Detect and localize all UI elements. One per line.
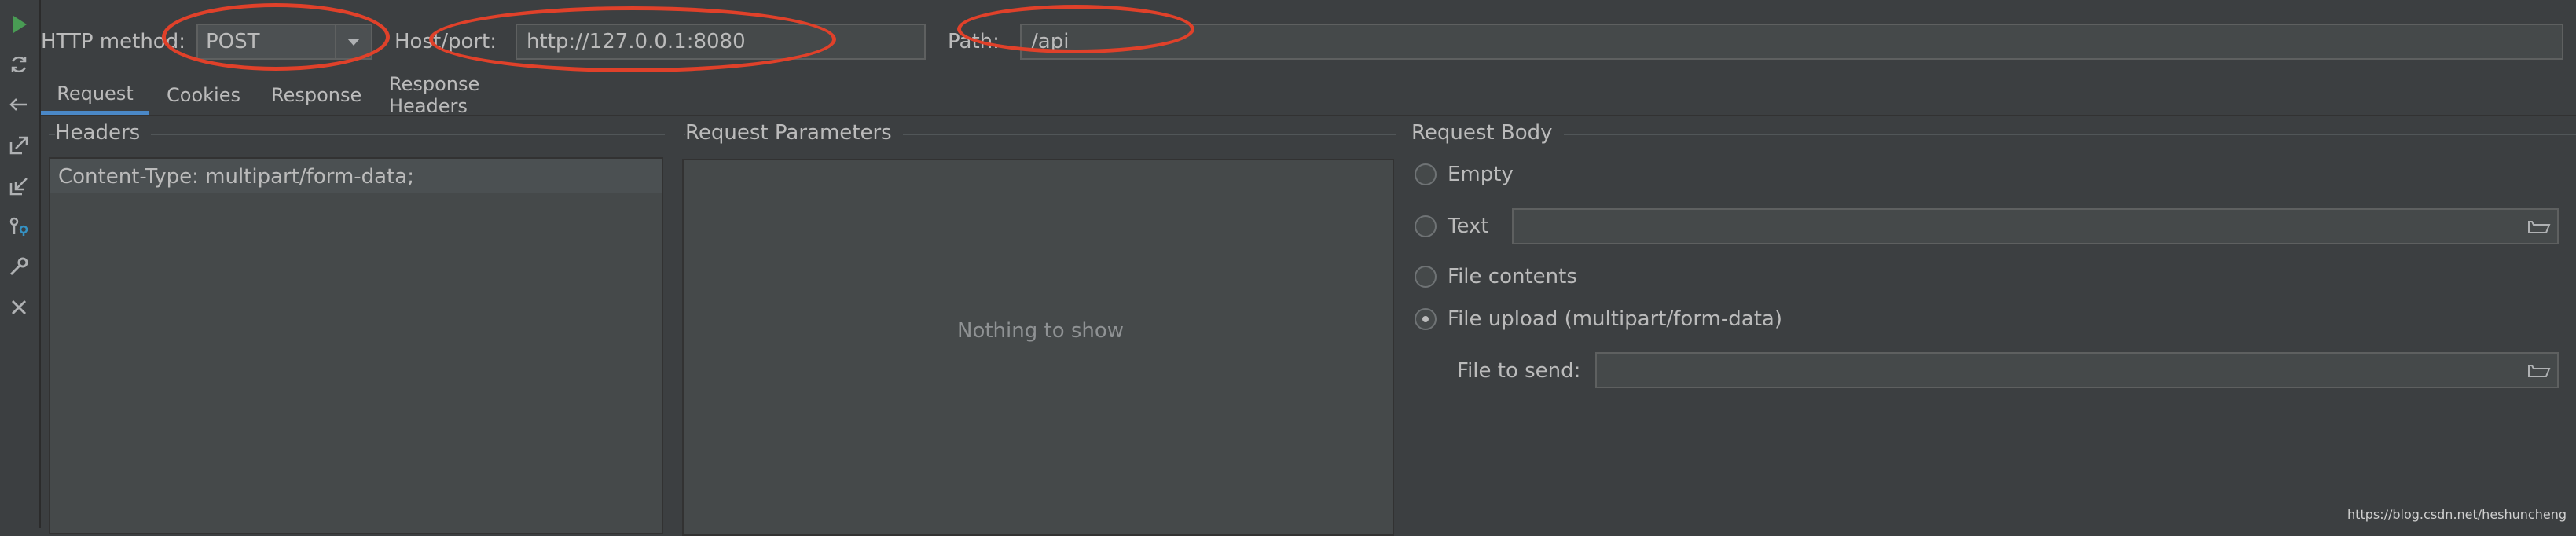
- host-port-value: http://127.0.0.1:8080: [527, 30, 746, 53]
- folder-icon[interactable]: [2527, 217, 2551, 236]
- params-panel[interactable]: [682, 159, 1394, 536]
- file-to-send-label: File to send:: [1457, 359, 1581, 383]
- run-icon[interactable]: [7, 13, 31, 36]
- file-to-send-input[interactable]: [1595, 352, 2559, 388]
- http-method-label: HTTP method:: [41, 30, 185, 53]
- tab-underline: [41, 115, 2576, 116]
- body-rule: [1411, 134, 2576, 135]
- radio-file-upload[interactable]: [1415, 308, 1437, 330]
- headers-title: Headers: [55, 121, 152, 145]
- headers-panel[interactable]: [49, 157, 663, 534]
- watermark: https://blog.csdn.net/heshuncheng: [2347, 507, 2567, 522]
- header-content-type[interactable]: Content-Type: multipart/form-data;: [58, 165, 414, 189]
- path-value: /api: [1031, 30, 1070, 53]
- radio-text[interactable]: [1415, 215, 1437, 237]
- refresh-icon[interactable]: [7, 53, 31, 76]
- body-text-input[interactable]: [1512, 208, 2559, 244]
- params-title: Request Parameters: [685, 121, 903, 145]
- tab-cookies[interactable]: Cookies: [159, 75, 248, 115]
- tab-request[interactable]: Request: [41, 75, 149, 115]
- import-icon[interactable]: [7, 174, 31, 198]
- close-icon[interactable]: [7, 296, 31, 319]
- back-icon[interactable]: [7, 93, 31, 116]
- radio-file-contents[interactable]: [1415, 266, 1437, 288]
- wrench-icon[interactable]: [7, 255, 31, 278]
- radio-text-label[interactable]: Text: [1448, 215, 1489, 238]
- radio-file-upload-label[interactable]: File upload (multipart/form-data): [1448, 307, 1782, 331]
- export-icon[interactable]: [7, 134, 31, 157]
- host-port-input[interactable]: http://127.0.0.1:8080: [516, 24, 926, 60]
- tab-response[interactable]: Response: [263, 75, 369, 115]
- key-icon[interactable]: [7, 215, 31, 238]
- body-title: Request Body: [1411, 121, 1564, 145]
- path-input[interactable]: /api: [1020, 24, 2563, 60]
- chevron-down-icon[interactable]: [335, 25, 371, 58]
- host-port-label: Host/port:: [394, 30, 497, 53]
- path-label: Path:: [948, 30, 1000, 53]
- radio-empty-label[interactable]: Empty: [1448, 163, 1514, 186]
- radio-empty[interactable]: [1415, 163, 1437, 185]
- http-method-select[interactable]: POST: [196, 24, 372, 60]
- params-empty-text: Nothing to show: [957, 319, 1125, 343]
- radio-file-contents-label[interactable]: File contents: [1448, 265, 1577, 288]
- folder-icon[interactable]: [2527, 361, 2551, 380]
- left-toolbar: [0, 0, 41, 528]
- tab-response-headers[interactable]: Response Headers: [381, 73, 487, 117]
- http-method-value: POST: [206, 30, 260, 53]
